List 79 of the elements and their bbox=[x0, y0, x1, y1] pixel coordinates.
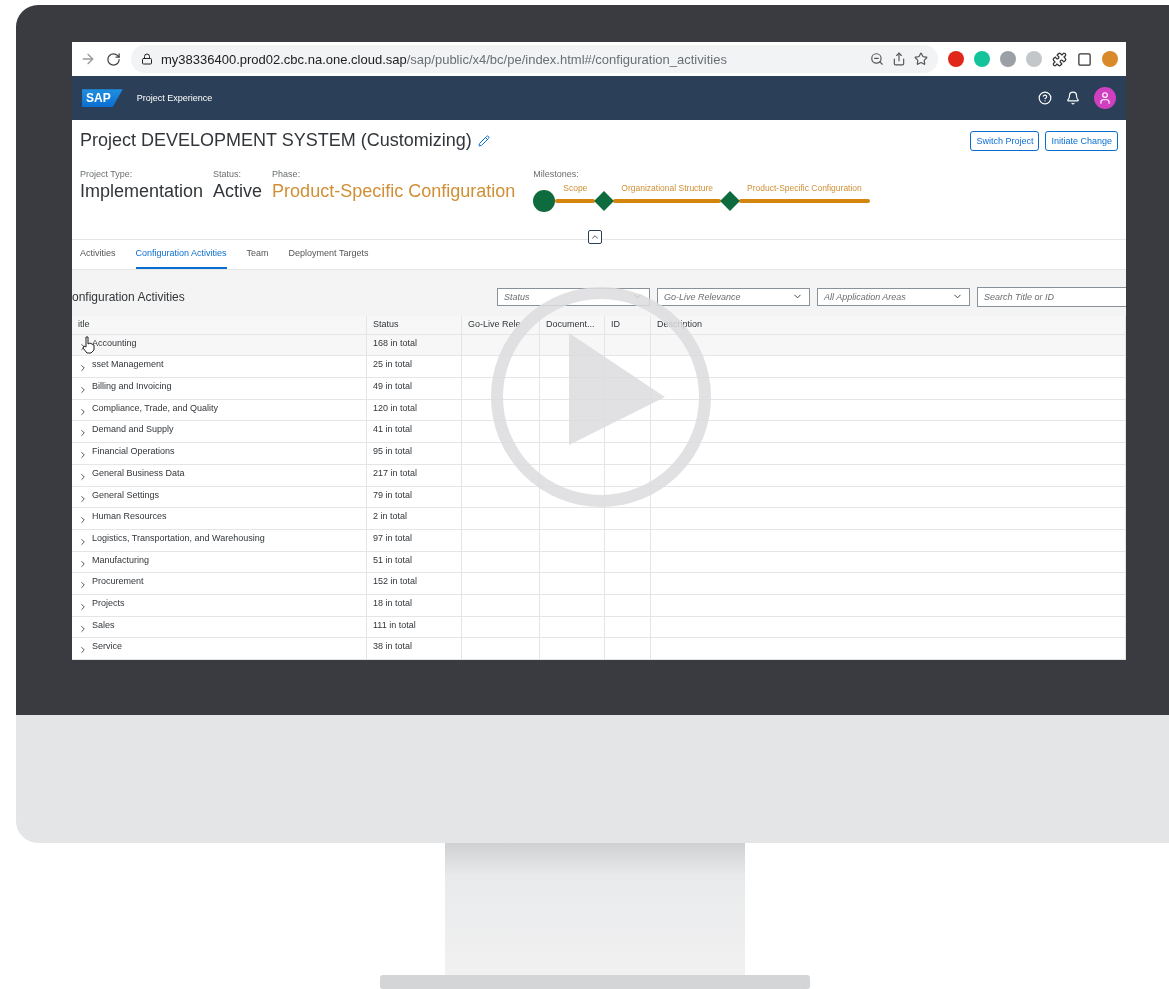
table-cell: sset Management bbox=[92, 359, 164, 370]
table-cell: General Business Data bbox=[92, 467, 185, 478]
header-button[interactable]: Switch Project bbox=[970, 130, 1040, 151]
sap-logo[interactable]: SAP bbox=[82, 89, 123, 108]
milestone-marker[interactable] bbox=[533, 190, 556, 213]
share-icon[interactable] bbox=[892, 52, 906, 67]
column-header[interactable]: Status bbox=[373, 318, 399, 329]
attribute-label: Phase: bbox=[272, 169, 302, 180]
notification-icon[interactable] bbox=[1066, 91, 1080, 106]
tab[interactable]: Team bbox=[246, 240, 269, 269]
table-cell: 95 in total bbox=[373, 446, 413, 457]
table-cell: Financial Operations bbox=[92, 446, 175, 457]
table-cell: Human Resources bbox=[92, 511, 167, 522]
table-cell: Service bbox=[92, 641, 122, 652]
lock-icon bbox=[141, 53, 153, 66]
table-cell: Procurement bbox=[92, 576, 144, 587]
table-cell: 41 in total bbox=[373, 424, 413, 435]
help-icon[interactable] bbox=[1038, 91, 1052, 106]
project-title: Project DEVELOPMENT SYSTEM (Customizing) bbox=[80, 130, 472, 152]
chevron-up-icon bbox=[590, 232, 600, 242]
column-header[interactable]: Document... bbox=[546, 318, 595, 329]
milestone-label: Organizational Structure bbox=[620, 183, 714, 194]
zoom-icon[interactable] bbox=[870, 52, 884, 67]
collapse-button[interactable] bbox=[588, 230, 602, 244]
table-cell: Sales bbox=[92, 619, 115, 630]
attribute-value: Product-Specific Configuration bbox=[272, 181, 516, 203]
milestones-label: Milestones: bbox=[533, 169, 580, 180]
table-cell: 18 in total bbox=[373, 597, 413, 608]
table-cell: 49 in total bbox=[373, 381, 413, 392]
url-host: my38336400.prod02.cbc.na.one.cloud.sap bbox=[161, 51, 407, 67]
reload-icon[interactable] bbox=[106, 51, 121, 67]
attribute-label: Project Type: bbox=[80, 169, 134, 180]
milestone-label: Product-Specific Configuration bbox=[746, 183, 863, 194]
tab[interactable]: Deployment Targets bbox=[288, 240, 369, 269]
extension-icon[interactable] bbox=[948, 51, 964, 68]
column-header[interactable]: Go-Live Rele bbox=[468, 318, 521, 329]
table-cell: 120 in total bbox=[373, 402, 418, 413]
table-cell: Logistics, Transportation, and Warehousing bbox=[92, 532, 265, 543]
extension-icon[interactable] bbox=[974, 51, 990, 68]
extension-icon[interactable] bbox=[1000, 51, 1016, 68]
extensions-icon[interactable] bbox=[1052, 51, 1067, 67]
table-cell: Manufacturing bbox=[92, 554, 150, 565]
table-cell: Accounting bbox=[92, 337, 137, 348]
search-field[interactable]: Search Title or ID bbox=[977, 286, 1126, 307]
user-icon bbox=[1098, 91, 1112, 106]
table-cell: Billing and Invoicing bbox=[92, 381, 172, 392]
filter-select[interactable]: All Application Areas bbox=[817, 287, 970, 306]
table-cell: 168 in total bbox=[373, 337, 418, 348]
attribute-value: Implementation bbox=[80, 181, 204, 203]
milestone-label: Scope bbox=[562, 183, 589, 194]
table-cell: 111 in total bbox=[373, 619, 416, 630]
table-cell: 97 in total bbox=[373, 532, 413, 543]
table-cell: General Settings bbox=[92, 489, 160, 500]
table-cell: 2 in total bbox=[373, 511, 408, 522]
table-cell: 51 in total bbox=[373, 554, 413, 565]
table-cell: 79 in total bbox=[373, 489, 413, 500]
attribute-value: Active bbox=[213, 181, 263, 203]
app-title: Project Experience bbox=[136, 93, 214, 104]
user-avatar[interactable] bbox=[1094, 87, 1116, 110]
address-bar[interactable]: my38336400.prod02.cbc.na.one.cloud.sap/sap/public/x4/bc/pe/index.html#/configuration_activities bbox=[131, 45, 938, 74]
column-header[interactable]: ID bbox=[611, 318, 620, 329]
filter-select[interactable]: Go-Live Relevance bbox=[657, 287, 810, 306]
table-cell: 217 in total bbox=[373, 467, 418, 478]
header-button[interactable]: Initiate Change bbox=[1045, 130, 1118, 151]
column-header[interactable]: itle bbox=[78, 318, 90, 329]
star-icon[interactable] bbox=[914, 52, 928, 67]
table-cell: Compliance, Trade, and Quality bbox=[92, 402, 219, 413]
edit-icon[interactable] bbox=[477, 134, 490, 147]
table-cell: Demand and Supply bbox=[92, 424, 174, 435]
attribute-label: Status: bbox=[213, 169, 243, 180]
table-cell: 152 in total bbox=[373, 576, 418, 587]
side-panel-icon[interactable] bbox=[1077, 51, 1092, 67]
table-cell: 38 in total bbox=[373, 641, 413, 652]
section-title: onfiguration Activities bbox=[72, 289, 186, 304]
table-cell: 25 in total bbox=[373, 359, 413, 370]
table-cell: Projects bbox=[92, 597, 125, 608]
url-path: /sap/public/x4/bc/pe/index.html#/configuration_activities bbox=[406, 51, 727, 67]
tab[interactable]: Activities bbox=[80, 240, 116, 269]
profile-avatar[interactable] bbox=[1102, 51, 1118, 68]
